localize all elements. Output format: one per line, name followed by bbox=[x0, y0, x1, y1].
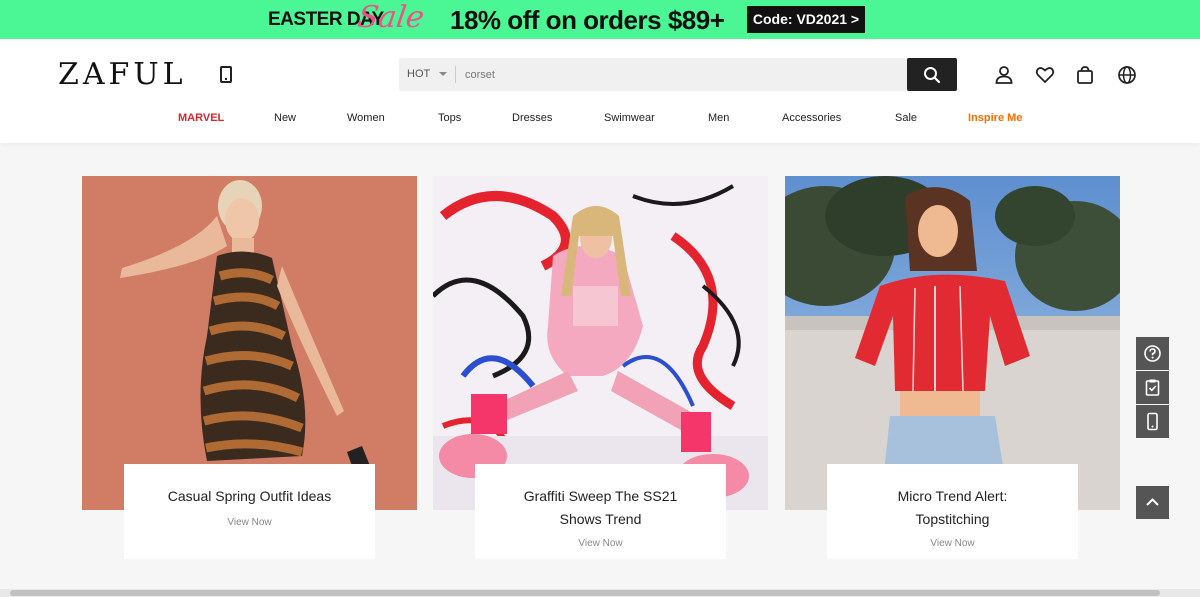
nav-item-dresses[interactable]: Dresses bbox=[512, 112, 552, 124]
nav-item-tops[interactable]: Tops bbox=[438, 112, 461, 124]
promo-banner[interactable]: EASTER DAY Sale 18% off on orders $89+ C… bbox=[0, 0, 1200, 39]
heart-icon[interactable] bbox=[1034, 64, 1056, 86]
question-icon bbox=[1144, 345, 1161, 362]
mobile-phone-icon bbox=[1147, 412, 1158, 431]
nav-item-women[interactable]: Women bbox=[347, 112, 385, 124]
chevron-down-icon[interactable] bbox=[439, 72, 447, 76]
main-nav: MARVEL New Women Tops Dresses Swimwear M… bbox=[0, 112, 1200, 130]
back-to-top-button[interactable] bbox=[1136, 486, 1169, 519]
nav-item-inspire-me[interactable]: Inspire Me bbox=[968, 112, 1022, 124]
article-card-graffiti[interactable] bbox=[433, 176, 768, 510]
nav-item-swimwear[interactable]: Swimwear bbox=[604, 112, 655, 124]
search-input[interactable] bbox=[465, 58, 895, 91]
article-image-red-top[interactable] bbox=[785, 176, 1120, 510]
view-now-link[interactable]: View Now bbox=[827, 538, 1078, 549]
nav-item-marvel[interactable]: MARVEL bbox=[178, 112, 224, 124]
bag-icon[interactable] bbox=[1074, 64, 1096, 86]
nav-item-new[interactable]: New bbox=[274, 112, 296, 124]
mobile-app-icon[interactable] bbox=[220, 66, 232, 83]
site-header: ZAFUL HOT MARVEL New Women Tops Dresses … bbox=[0, 39, 1200, 143]
article-title-line-2[interactable]: Topstitching bbox=[827, 508, 1078, 531]
article-title[interactable]: Casual Spring Outfit Ideas bbox=[124, 464, 375, 508]
mobile-app-side-button[interactable] bbox=[1136, 405, 1169, 438]
zaful-logo[interactable]: ZAFUL bbox=[58, 57, 187, 92]
horizontal-scrollbar[interactable] bbox=[0, 589, 1200, 597]
nav-item-sale[interactable]: Sale bbox=[895, 112, 917, 124]
help-button[interactable] bbox=[1136, 337, 1169, 370]
article-card-topstitching[interactable] bbox=[785, 176, 1120, 510]
chevron-up-icon bbox=[1146, 498, 1159, 506]
search-icon bbox=[924, 67, 941, 84]
promo-sale-text: Sale bbox=[355, 0, 427, 35]
nav-item-accessories[interactable]: Accessories bbox=[782, 112, 841, 124]
article-card-spring-outfit[interactable] bbox=[82, 176, 417, 510]
article-image-zebra-dress[interactable] bbox=[82, 176, 417, 510]
nav-item-men[interactable]: Men bbox=[708, 112, 729, 124]
article-title-line-1[interactable]: Graffiti Sweep The SS21 bbox=[475, 464, 726, 508]
search-divider bbox=[455, 66, 456, 83]
view-now-link[interactable]: View Now bbox=[475, 538, 726, 549]
promo-offer-text: 18% off on orders $89+ bbox=[450, 5, 725, 35]
article-caption-graffiti[interactable]: Graffiti Sweep The SS21 Shows Trend View… bbox=[475, 464, 726, 559]
article-title-line-2[interactable]: Shows Trend bbox=[475, 508, 726, 531]
article-image-graffiti-hoodie[interactable] bbox=[433, 176, 768, 510]
user-icon[interactable] bbox=[993, 64, 1015, 86]
view-now-link[interactable]: View Now bbox=[124, 517, 375, 528]
article-title-line-1[interactable]: Micro Trend Alert: bbox=[827, 464, 1078, 508]
promo-code-button[interactable]: Code: VD2021 > bbox=[747, 6, 865, 33]
globe-icon[interactable] bbox=[1116, 64, 1138, 86]
survey-button[interactable] bbox=[1136, 371, 1169, 404]
clipboard-check-icon bbox=[1145, 379, 1160, 396]
scrollbar-thumb[interactable] bbox=[10, 590, 1160, 596]
search-bar: HOT bbox=[399, 58, 957, 91]
search-category-select[interactable]: HOT bbox=[407, 58, 430, 91]
article-caption-topstitching[interactable]: Micro Trend Alert: Topstitching View Now bbox=[827, 464, 1078, 559]
search-button[interactable] bbox=[907, 58, 957, 91]
article-caption-spring-outfit[interactable]: Casual Spring Outfit Ideas View Now bbox=[124, 464, 375, 559]
